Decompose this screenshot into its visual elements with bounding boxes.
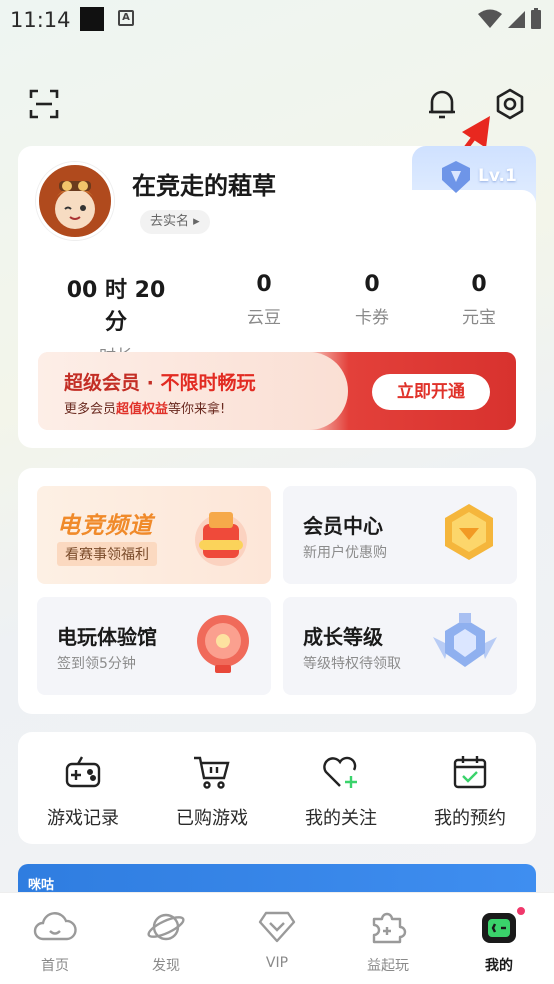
quick-icon-wrap	[281, 752, 401, 792]
tile-title: 会员中心	[303, 514, 383, 538]
nav-icon-wrap	[449, 905, 549, 947]
diamond-icon	[258, 911, 296, 943]
level-label: Lv.1	[478, 166, 517, 186]
tile-title: 电玩体验馆	[57, 625, 157, 649]
planet-icon	[147, 913, 185, 941]
nav-label: 益起玩	[367, 958, 409, 974]
gift-bag-icon	[195, 512, 247, 566]
vip-title: 超级会员 · 不限时畅玩	[64, 368, 255, 395]
vip-sub-c: 等你来拿!	[168, 402, 226, 417]
stat-label: 云豆	[247, 308, 281, 328]
nav-home[interactable]: 首页	[5, 907, 105, 975]
level-medal-icon	[433, 613, 497, 667]
stat-value: 0	[471, 272, 487, 297]
quick-icon-wrap	[23, 752, 143, 792]
nav-yiqiwan[interactable]: 益起玩	[338, 907, 438, 975]
quick-label: 游戏记录	[47, 808, 119, 829]
quick-icon-wrap	[410, 752, 530, 792]
game-history-button[interactable]: 游戏记录	[23, 752, 143, 830]
nav-discover[interactable]: 发现	[116, 907, 216, 975]
nav-label: 发现	[152, 958, 180, 974]
nav-mine[interactable]: 我的	[449, 905, 549, 975]
prize-wheel-icon	[197, 615, 249, 673]
stat-yundou[interactable]: 0 云豆	[204, 272, 324, 328]
status-time: 11:14	[10, 8, 71, 32]
tile-subtitle: 签到领5分钟	[57, 656, 136, 672]
profile-face-icon	[482, 913, 516, 943]
shopping-cart-icon	[194, 756, 230, 789]
member-badge-icon	[445, 504, 493, 560]
gamepad-icon	[65, 756, 101, 788]
avatar[interactable]	[36, 162, 114, 240]
notification-icon	[80, 7, 104, 31]
battery-icon	[531, 8, 541, 29]
vip-subtitle: 更多会员超值权益等你来拿!	[64, 398, 225, 417]
stat-value: 0	[256, 272, 272, 297]
heart-plus-icon	[323, 756, 357, 788]
nav-label: 我的	[485, 958, 513, 974]
level-tab-mask	[380, 190, 536, 230]
my-reservations-button[interactable]: 我的预约	[410, 752, 530, 830]
signal-icon	[508, 11, 525, 28]
level-shield-icon	[442, 161, 470, 193]
bottom-nav: 首页 发现 VIP 益起玩 我的	[0, 892, 554, 984]
quick-icon-wrap	[152, 752, 272, 792]
nav-label: 首页	[41, 958, 69, 974]
wifi-icon	[478, 9, 502, 28]
stat-value: 0	[364, 272, 380, 297]
stat-label: 元宝	[462, 308, 496, 328]
tile-subtitle: 看赛事领福利	[57, 542, 157, 566]
my-follows-button[interactable]: 我的关注	[281, 752, 401, 830]
vip-sub-a: 更多会员	[64, 402, 117, 417]
migu-logo: 咪咕	[28, 878, 55, 893]
quick-label: 已购游戏	[176, 808, 248, 829]
stat-value: 00 时 20 分	[66, 278, 166, 335]
member-center-tile[interactable]: 会员中心 新用户优惠购	[283, 486, 517, 584]
stat-coupons[interactable]: 0 卡券	[312, 272, 432, 328]
nav-icon-wrap	[116, 907, 216, 947]
scan-button[interactable]	[26, 86, 62, 122]
tile-title: 电竞频道	[57, 513, 153, 539]
tile-subtitle: 新用户优惠购	[303, 545, 387, 561]
esports-channel-tile[interactable]: 电竞频道 看赛事领福利	[37, 486, 271, 584]
username: 在竞走的蒩草	[132, 172, 276, 200]
nav-icon-wrap	[338, 907, 438, 947]
notification-dot	[515, 905, 527, 917]
scan-icon	[29, 89, 59, 119]
realname-verify-chip[interactable]: 去实名 ▸	[140, 210, 210, 234]
nav-icon-wrap	[227, 907, 327, 947]
nav-label: VIP	[265, 955, 289, 971]
vip-sub-b: 超值权益	[116, 402, 169, 417]
stat-label: 卡券	[355, 308, 389, 328]
nav-vip[interactable]: VIP	[227, 907, 327, 971]
vip-banner[interactable]: 超级会员 · 不限时畅玩 更多会员超值权益等你来拿! 立即开通	[38, 352, 516, 430]
quick-label: 我的关注	[305, 808, 377, 829]
app-notification-icon: A	[118, 10, 134, 26]
growth-level-tile[interactable]: 成长等级 等级特权待领取	[283, 597, 517, 695]
puzzle-icon	[372, 912, 407, 944]
avatar-face-icon	[53, 181, 97, 229]
cloud-icon	[33, 912, 77, 941]
tile-subtitle: 等级特权待领取	[303, 656, 401, 672]
vip-open-button[interactable]: 立即开通	[372, 374, 490, 410]
vip-title-a: 超级会员 ·	[64, 372, 161, 394]
quick-label: 我的预约	[434, 808, 506, 829]
nav-icon-wrap	[5, 907, 105, 947]
arcade-hall-tile[interactable]: 电玩体验馆 签到领5分钟	[37, 597, 271, 695]
tile-title: 成长等级	[303, 625, 383, 649]
stat-yuanbao[interactable]: 0 元宝	[419, 272, 539, 328]
vip-title-b: 不限时畅玩	[160, 372, 256, 394]
purchased-games-button[interactable]: 已购游戏	[152, 752, 272, 830]
calendar-check-icon	[453, 756, 487, 789]
status-icons	[478, 8, 542, 30]
status-bar: 11:14 A	[0, 0, 554, 38]
